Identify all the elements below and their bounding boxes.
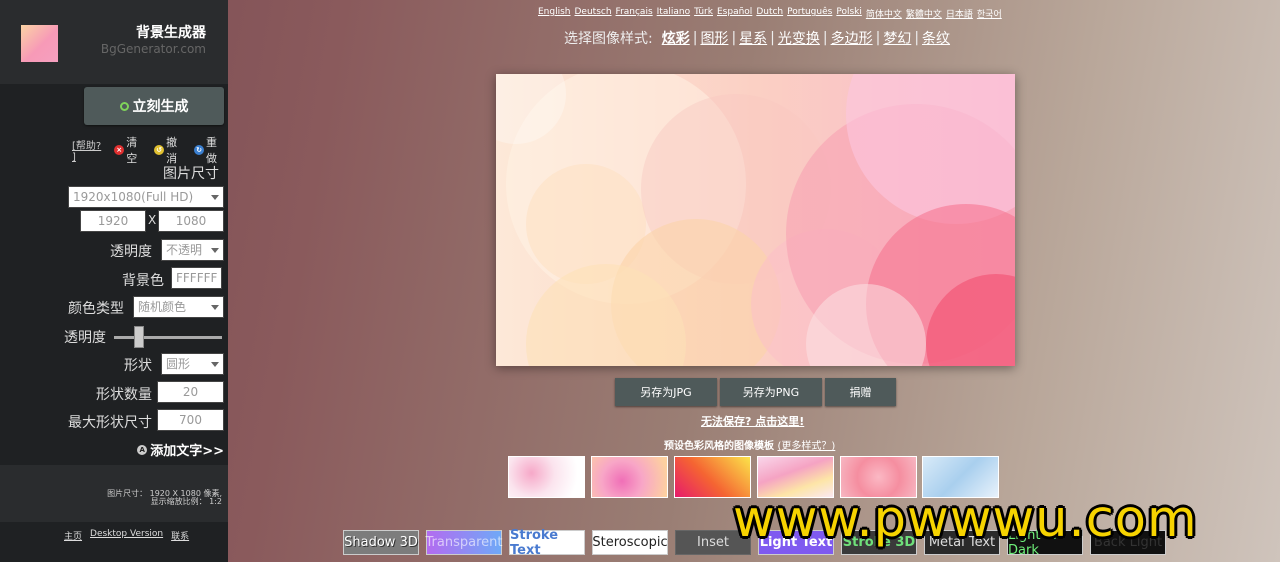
footer-link-desktop[interactable]: Desktop Version bbox=[90, 529, 163, 542]
lang-link[interactable]: English bbox=[538, 7, 571, 20]
bg-color-label: 背景色 bbox=[122, 273, 164, 289]
opacity-slider-handle[interactable] bbox=[134, 326, 144, 348]
shape-label: 形状 bbox=[124, 358, 152, 374]
shape-value: 圆形 bbox=[166, 357, 191, 371]
zoom-ratio-info: 显示缩放比例： 1:2 bbox=[150, 497, 222, 506]
lang-link[interactable]: Français bbox=[616, 7, 653, 20]
lang-link[interactable]: 日本語 bbox=[946, 7, 973, 20]
undo-label: 撤消 bbox=[166, 136, 178, 165]
add-text-button[interactable]: A 添加文字>> bbox=[137, 440, 224, 459]
undo-button[interactable]: ↺ 撤消 bbox=[154, 134, 188, 166]
style-option-polygon[interactable]: 多边形 bbox=[831, 28, 873, 48]
text-style-transparent[interactable]: Transparent bbox=[426, 530, 502, 555]
max-shape-input[interactable]: 700 bbox=[157, 409, 224, 431]
size-preset-select[interactable]: 1920x1080(Full HD) bbox=[68, 186, 224, 208]
style-option-shapes[interactable]: 图形 bbox=[700, 28, 728, 48]
footer-link-contact[interactable]: 联系 bbox=[171, 529, 189, 542]
app-title: 背景生成器 bbox=[136, 25, 206, 41]
cant-save-link[interactable]: 无法保存? 点击这里! bbox=[701, 413, 804, 429]
size-separator: X bbox=[148, 213, 157, 227]
transparency-label: 透明度 bbox=[110, 244, 152, 260]
style-option-galaxy[interactable]: 星系 bbox=[739, 28, 767, 48]
donate-button[interactable]: 捐赠 bbox=[825, 378, 896, 406]
lang-link[interactable]: Italiano bbox=[657, 7, 690, 20]
generate-button[interactable]: 立刻生成 bbox=[84, 87, 224, 125]
color-type-select[interactable]: 随机颜色 bbox=[133, 296, 224, 318]
shape-select[interactable]: 圆形 bbox=[161, 353, 224, 375]
generate-icon bbox=[119, 101, 129, 111]
lang-link[interactable]: Polski bbox=[836, 7, 862, 20]
sidebar: 背景生成器 BgGenerator.com 立刻生成 [帮助? ] × 清空 ↺… bbox=[0, 0, 228, 562]
lang-link[interactable]: 繁體中文 bbox=[906, 7, 942, 20]
preset-title: 预设色彩风格的图像模板 (更多样式？) bbox=[664, 437, 835, 452]
chevron-down-icon bbox=[211, 362, 219, 367]
lang-link[interactable]: Türk bbox=[694, 7, 713, 20]
help-link[interactable]: [帮助? ] bbox=[72, 137, 108, 163]
width-input[interactable]: 1920 bbox=[80, 210, 146, 232]
image-info-panel: 图片尺寸： 1920 X 1080 像素, 显示缩放比例： 1:2 bbox=[0, 465, 228, 522]
lang-link[interactable]: Deutsch bbox=[575, 7, 612, 20]
redo-button[interactable]: ↻ 重做 bbox=[194, 134, 228, 166]
text-style-stroke[interactable]: Stroke Text bbox=[509, 528, 585, 558]
add-text-label: 添加文字>> bbox=[150, 444, 224, 459]
footer-link-home[interactable]: 主页 bbox=[64, 529, 82, 542]
preset-title-text: 预设色彩风格的图像模板 bbox=[664, 441, 774, 452]
shape-count-label: 形状数量 bbox=[96, 387, 152, 403]
clear-icon: × bbox=[114, 145, 125, 155]
bg-color-input[interactable]: FFFFFF bbox=[171, 267, 222, 289]
transparency-value: 不透明 bbox=[166, 243, 203, 257]
lang-link[interactable]: Dutch bbox=[756, 7, 783, 20]
preview-canvas bbox=[496, 74, 1015, 366]
size-heading: 图片尺寸 bbox=[163, 166, 219, 182]
style-selector-label: 选择图像样式: bbox=[564, 31, 653, 47]
app-logo[interactable] bbox=[21, 25, 58, 62]
redo-icon: ↻ bbox=[194, 145, 205, 155]
style-option-stripes[interactable]: 条纹 bbox=[922, 28, 950, 48]
color-type-value: 随机颜色 bbox=[138, 300, 187, 314]
redo-label: 重做 bbox=[206, 136, 218, 165]
lang-link[interactable]: Português bbox=[787, 7, 832, 20]
style-option-dream[interactable]: 梦幻 bbox=[883, 28, 911, 48]
style-option-colorful[interactable]: 炫彩 bbox=[662, 28, 690, 48]
height-input[interactable]: 1080 bbox=[158, 210, 224, 232]
background-preview bbox=[496, 74, 1015, 366]
more-styles-link[interactable]: (更多样式？) bbox=[777, 441, 835, 452]
sidebar-header: 背景生成器 BgGenerator.com bbox=[0, 0, 228, 84]
size-preset-value: 1920x1080(Full HD) bbox=[73, 190, 194, 204]
preset-thumb-2[interactable] bbox=[591, 456, 668, 498]
chevron-down-icon bbox=[211, 195, 219, 200]
color-type-label: 颜色类型 bbox=[68, 301, 124, 317]
style-selector: 选择图像样式: 炫彩 | 图形 | 星系 | 光变换 | 多边形 | 梦幻 | 条纹 bbox=[564, 28, 951, 48]
chevron-down-icon bbox=[211, 248, 219, 253]
shape-count-input[interactable]: 20 bbox=[157, 381, 224, 403]
text-style-stereoscopic[interactable]: Steroscopic bbox=[592, 530, 668, 555]
language-links: English Deutsch Français Italiano Türk E… bbox=[538, 7, 1002, 20]
chevron-down-icon bbox=[211, 305, 219, 310]
lang-link[interactable]: 简体中文 bbox=[866, 7, 902, 20]
max-shape-label: 最大形状尺寸 bbox=[68, 415, 152, 431]
footer-links: 主页 Desktop Version 联系 bbox=[64, 529, 189, 542]
clear-label: 清空 bbox=[126, 136, 138, 165]
style-option-light[interactable]: 光变换 bbox=[778, 28, 820, 48]
clear-button[interactable]: × 清空 bbox=[114, 134, 148, 166]
save-png-button[interactable]: 另存为PNG bbox=[720, 378, 822, 406]
transparency-select[interactable]: 不透明 bbox=[161, 239, 224, 261]
lang-link[interactable]: Español bbox=[717, 7, 752, 20]
text-style-shadow-3d[interactable]: Shadow 3D bbox=[343, 530, 419, 555]
watermark: www.pwwwu.com bbox=[733, 490, 1198, 549]
action-row: [帮助? ] × 清空 ↺ 撤消 ↻ 重做 bbox=[72, 134, 228, 166]
undo-icon: ↺ bbox=[154, 145, 165, 155]
add-text-icon: A bbox=[137, 444, 148, 455]
opacity-label: 透明度 bbox=[64, 330, 106, 346]
save-jpg-button[interactable]: 另存为JPG bbox=[615, 378, 717, 406]
opacity-slider-track[interactable] bbox=[114, 336, 222, 339]
lang-link[interactable]: 한국어 bbox=[977, 7, 1002, 20]
app-subtitle: BgGenerator.com bbox=[100, 42, 206, 56]
preset-thumb-1[interactable] bbox=[508, 456, 585, 498]
generate-label: 立刻生成 bbox=[132, 99, 189, 115]
